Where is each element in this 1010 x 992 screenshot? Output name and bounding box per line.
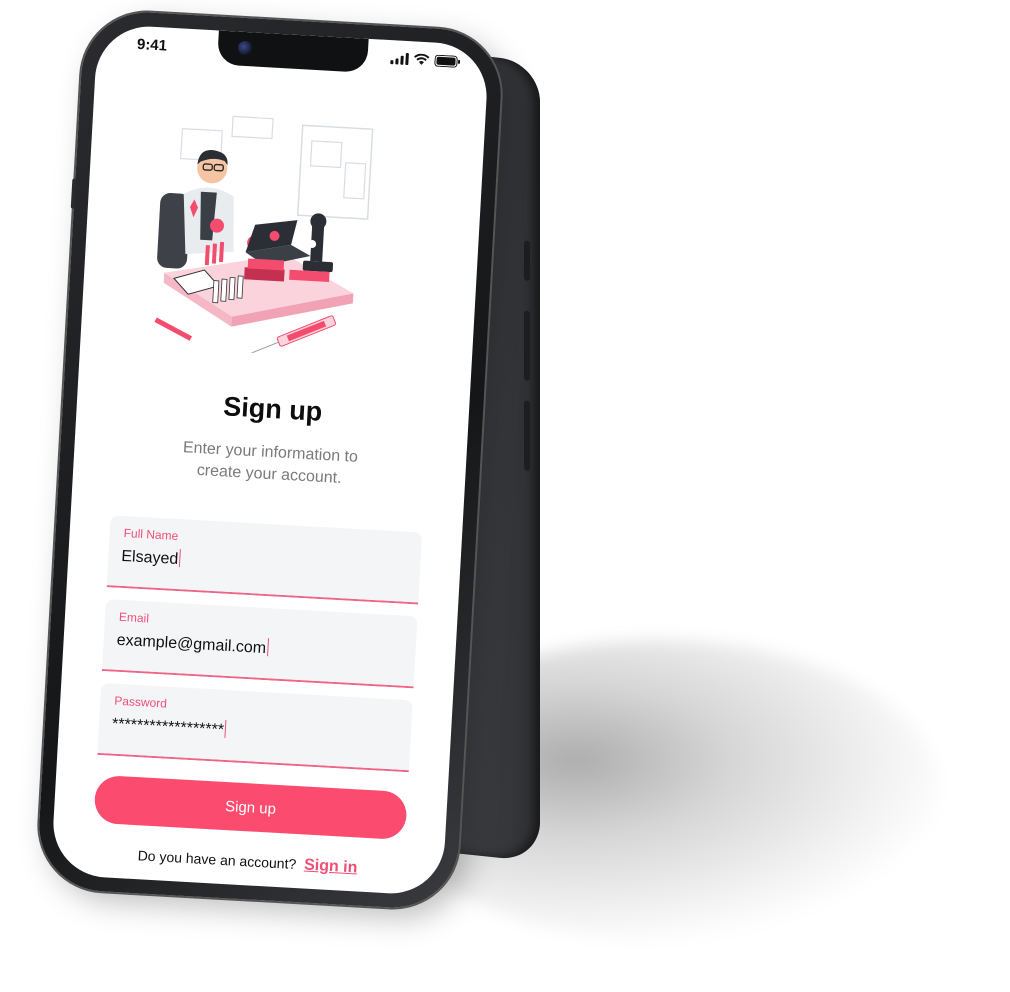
full-name-input[interactable]: Elsayed [121, 546, 181, 569]
back-side-button [524, 400, 530, 472]
signup-button[interactable]: Sign up [93, 774, 408, 841]
signin-link[interactable]: Sign in [304, 857, 358, 877]
full-name-value: Elsayed [120, 547, 179, 569]
email-field[interactable]: Email example@gmail.com [101, 599, 418, 689]
password-input[interactable]: ****************** [111, 714, 227, 740]
email-value: example@gmail.com [116, 631, 267, 658]
wifi-icon [413, 53, 430, 66]
email-label: Email [118, 609, 150, 626]
signin-prompt: Do you have an account? Sign in [51, 842, 443, 882]
password-label: Password [113, 693, 168, 711]
page-title: Sign up [222, 391, 324, 427]
full-name-label: Full Name [123, 525, 179, 543]
text-caret [178, 549, 181, 568]
phone-screen: 9:41 Sign up Enter your information to c… [50, 23, 490, 897]
password-field[interactable]: Password ****************** [97, 682, 413, 773]
mockup-stage: 9:41 Sign up Enter your information to c… [0, 0, 1010, 992]
lab-scientist-illustration [140, 97, 394, 360]
phone: 9:41 Sign up Enter your information to c… [35, 8, 505, 912]
password-value: ****************** [111, 715, 225, 739]
status-time: 9:41 [136, 35, 168, 55]
status-icons [390, 52, 461, 68]
full-name-field[interactable]: Full Name Elsayed [106, 515, 423, 605]
text-caret [266, 638, 269, 657]
footer-text: Do you have an account? [137, 847, 297, 873]
battery-icon [434, 54, 461, 68]
text-caret [224, 719, 227, 738]
back-side-button [524, 240, 530, 282]
email-input[interactable]: example@gmail.com [116, 630, 269, 658]
page-subtitle: Enter your information to create your ac… [133, 434, 407, 493]
signal-icon [390, 52, 409, 66]
back-side-button [524, 310, 530, 382]
camera-icon [237, 40, 253, 56]
